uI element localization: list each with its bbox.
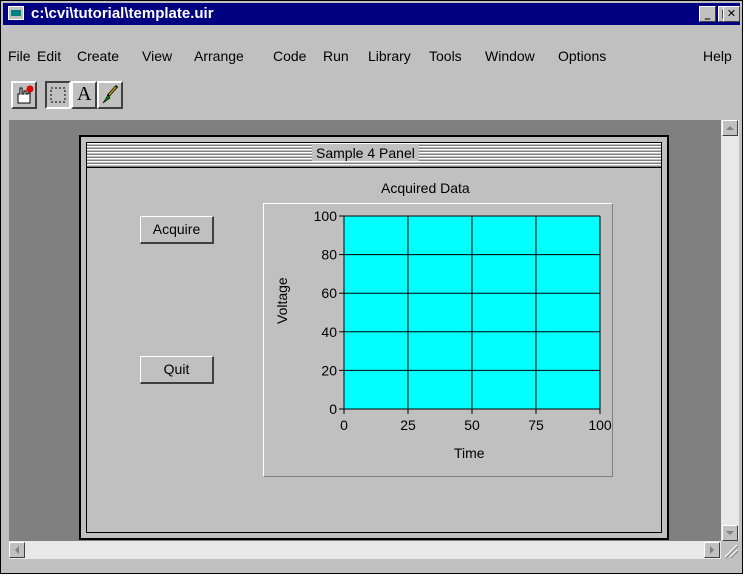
x-tick-label: 25: [400, 417, 416, 433]
selection-rectangle-icon: [50, 87, 66, 103]
scroll-right-button[interactable]: [704, 542, 720, 558]
menu-arrange[interactable]: Arrange: [194, 48, 244, 64]
resize-grip-icon: [724, 544, 739, 559]
panel-title: Sample 4 Panel: [312, 145, 419, 161]
horizontal-scrollbar[interactable]: [9, 541, 721, 559]
x-axis-label: Time: [454, 445, 485, 461]
app-window-icon[interactable]: [8, 6, 24, 20]
menu-view[interactable]: View: [142, 48, 172, 64]
vertical-scrollbar[interactable]: [721, 120, 739, 541]
arrow-down-icon: [726, 531, 734, 535]
menu-run[interactable]: Run: [323, 48, 349, 64]
scroll-down-button[interactable]: [722, 525, 738, 541]
acquire-button[interactable]: Acquire: [140, 216, 214, 244]
arrow-left-icon: [15, 546, 19, 554]
scroll-up-button[interactable]: [722, 120, 738, 136]
y-tick-label: 40: [321, 324, 337, 340]
editor-workspace: Sample 4 Panel Acquire Quit Acquired Dat…: [9, 120, 721, 541]
operate-hand-icon: [17, 85, 34, 104]
panel-body: Sample 4 Panel Acquire Quit Acquired Dat…: [86, 142, 662, 533]
menu-library[interactable]: Library: [368, 48, 411, 64]
panel-title-bar[interactable]: Sample 4 Panel: [87, 143, 661, 168]
quit-button[interactable]: Quit: [140, 356, 214, 384]
application-window: c:\cvi\tutorial\template.uir _ □ ✕ File …: [0, 0, 743, 574]
x-tick-label: 0: [340, 417, 348, 433]
text-tool-icon: A: [77, 83, 92, 105]
scroll-left-button[interactable]: [9, 542, 25, 558]
minimize-button[interactable]: _: [699, 6, 716, 22]
y-tick-label: 100: [314, 208, 338, 224]
graph-title: Acquired Data: [381, 180, 470, 196]
paint-brush-icon: [102, 84, 119, 104]
menu-window[interactable]: Window: [485, 48, 535, 64]
graph-plot: 0 20 40 60 80 100 0 25 50 75 100: [314, 208, 612, 433]
color-tool-button[interactable]: [97, 81, 123, 109]
menu-bar: File Edit Create View Arrange Code Run L…: [3, 45, 740, 71]
menu-file[interactable]: File: [8, 48, 31, 64]
title-bar[interactable]: c:\cvi\tutorial\template.uir _ □: [3, 3, 740, 25]
x-tick-label: 50: [464, 417, 480, 433]
menu-help[interactable]: Help: [703, 48, 732, 64]
selection-tool-button[interactable]: [45, 81, 71, 109]
menu-options[interactable]: Options: [558, 48, 606, 64]
operate-tool-button[interactable]: [11, 81, 37, 109]
arrow-right-icon: [710, 546, 714, 554]
menu-create[interactable]: Create: [77, 48, 119, 64]
menu-code[interactable]: Code: [273, 48, 306, 64]
window-title: c:\cvi\tutorial\template.uir: [31, 5, 214, 22]
sample-panel[interactable]: Sample 4 Panel Acquire Quit Acquired Dat…: [79, 135, 669, 540]
close-button[interactable]: ✕: [723, 6, 740, 22]
menu-tools[interactable]: Tools: [429, 48, 462, 64]
x-tick-label: 100: [588, 417, 612, 433]
y-tick-label: 20: [321, 362, 337, 378]
y-tick-label: 60: [321, 285, 337, 301]
y-tick-label: 0: [329, 401, 337, 417]
y-tick-label: 80: [321, 247, 337, 263]
x-tick-label: 75: [528, 417, 544, 433]
arrow-up-icon: [726, 126, 734, 130]
text-tool-button[interactable]: A: [71, 81, 97, 109]
toolbar: A: [3, 75, 740, 117]
menu-edit[interactable]: Edit: [37, 48, 61, 64]
acquired-data-graph[interactable]: Voltage 0 20 40 60 80 100 0 25 50 75 100 Time: [263, 203, 613, 477]
resize-grip[interactable]: [721, 541, 739, 559]
